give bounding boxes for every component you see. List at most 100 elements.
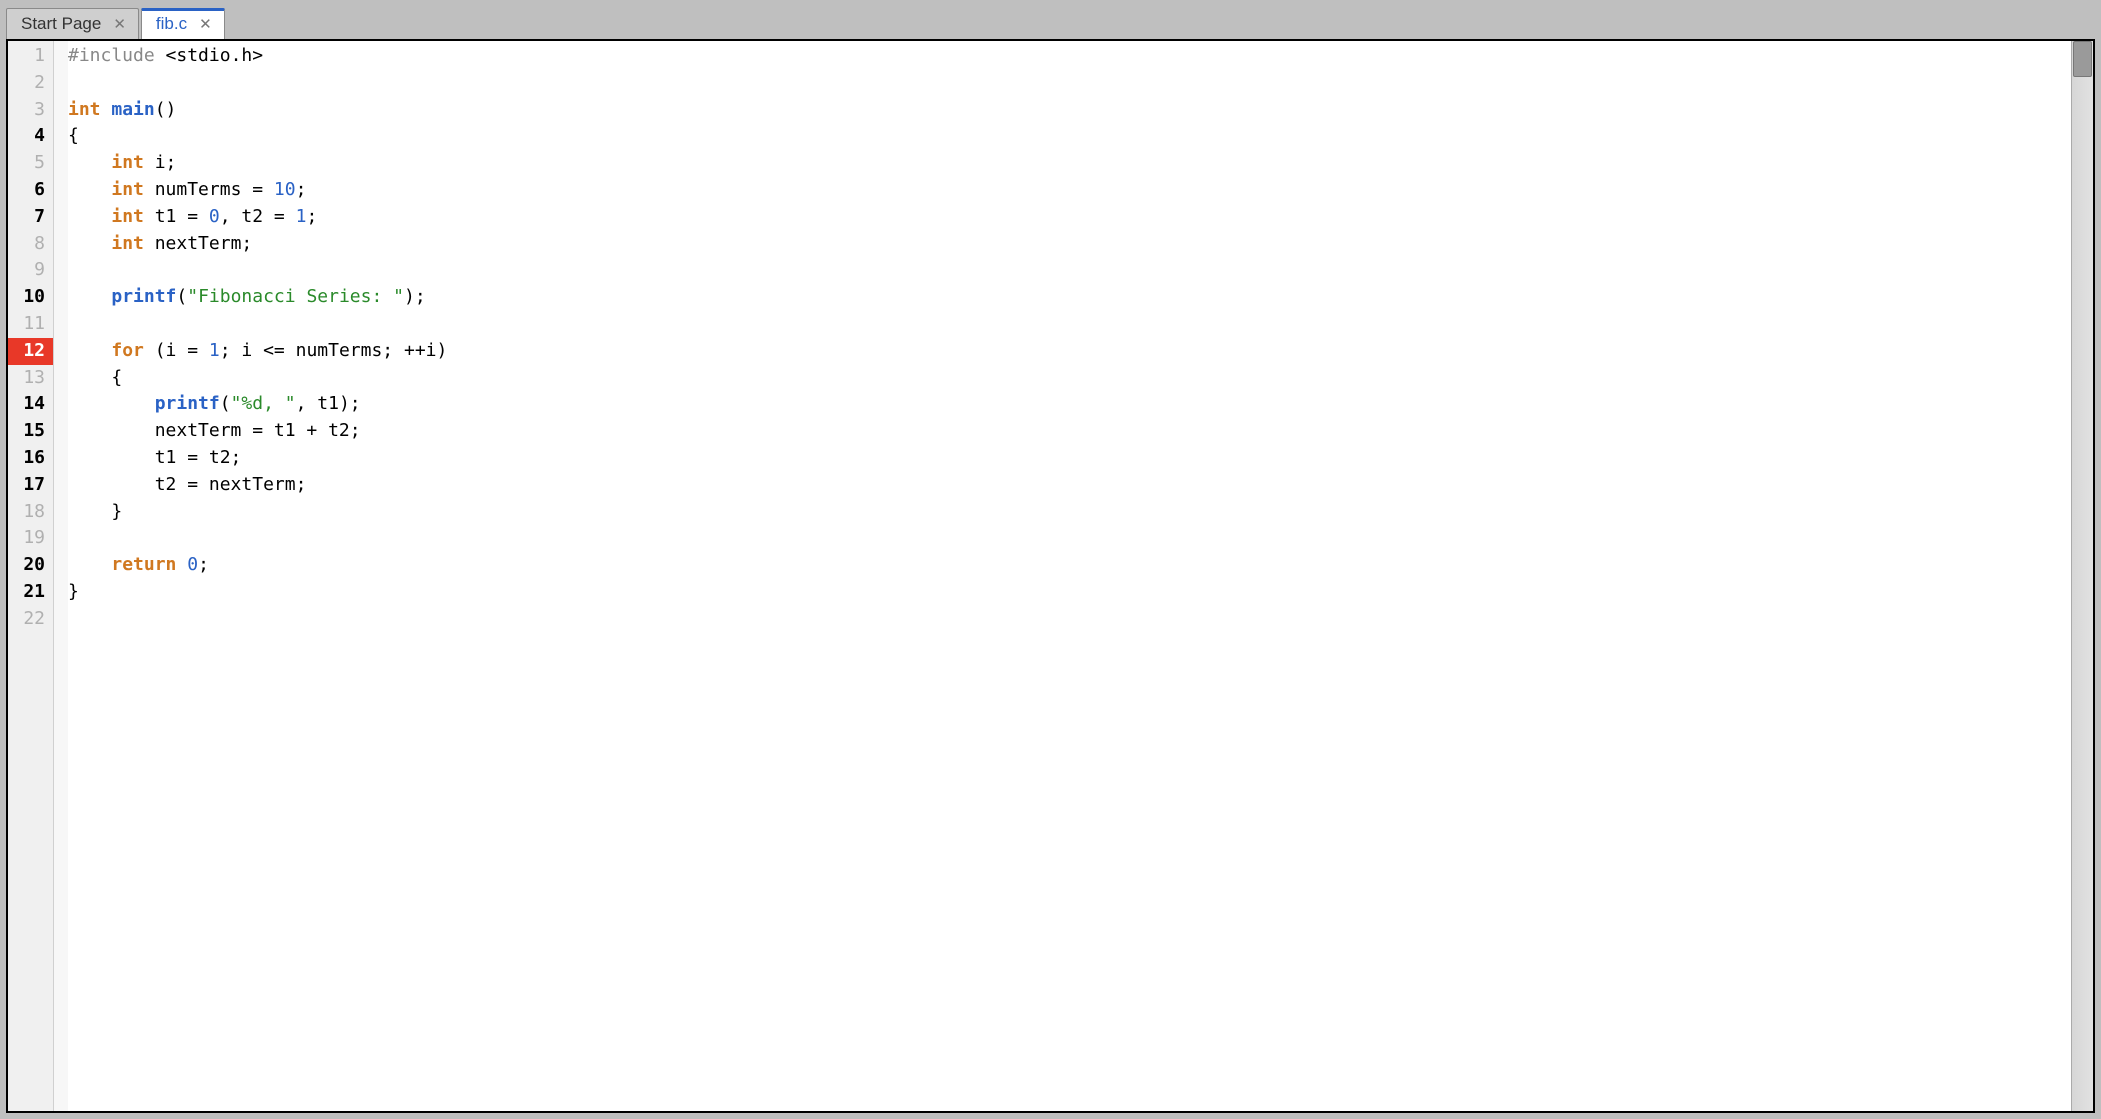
line-number[interactable]: 3 xyxy=(8,97,53,124)
editor-pane: 12345678910111213141516171819202122 #inc… xyxy=(6,39,2095,1113)
line-number[interactable]: 16 xyxy=(8,445,53,472)
code-line[interactable] xyxy=(68,311,2071,338)
code-line[interactable]: int main() xyxy=(68,97,2071,124)
tab-fib-c[interactable]: fib.c ✕ xyxy=(141,8,225,39)
token xyxy=(68,286,111,307)
line-number[interactable]: 18 xyxy=(8,499,53,526)
code-line[interactable]: nextTerm = t1 + t2; xyxy=(68,418,2071,445)
token: 1 xyxy=(296,206,307,227)
code-line[interactable] xyxy=(68,70,2071,97)
token: #include xyxy=(68,45,166,66)
token: { xyxy=(68,125,79,146)
code-line[interactable]: int numTerms = 10; xyxy=(68,177,2071,204)
token: i; xyxy=(144,152,177,173)
marker-column[interactable] xyxy=(54,41,68,1111)
line-number[interactable]: 11 xyxy=(8,311,53,338)
code-line[interactable]: int i; xyxy=(68,150,2071,177)
line-number[interactable]: 17 xyxy=(8,472,53,499)
code-line[interactable]: #include <stdio.h> xyxy=(68,43,2071,70)
code-line[interactable]: } xyxy=(68,579,2071,606)
token: { xyxy=(68,367,122,388)
token: ; xyxy=(198,554,209,575)
token: 0 xyxy=(209,206,220,227)
line-number[interactable]: 5 xyxy=(8,150,53,177)
token: t1 = t2; xyxy=(68,447,241,468)
token xyxy=(68,206,111,227)
code-area[interactable]: #include <stdio.h> int main(){ int i; in… xyxy=(68,41,2071,1111)
token: for xyxy=(111,340,144,361)
code-line[interactable]: return 0; xyxy=(68,552,2071,579)
code-line[interactable]: { xyxy=(68,123,2071,150)
token: 10 xyxy=(274,179,296,200)
token: ; xyxy=(306,206,317,227)
breakpoint-line-number[interactable]: 12 xyxy=(8,338,53,365)
line-number[interactable]: 9 xyxy=(8,257,53,284)
token: numTerms = xyxy=(144,179,274,200)
vertical-scrollbar[interactable] xyxy=(2071,41,2093,1111)
line-number-gutter[interactable]: 12345678910111213141516171819202122 xyxy=(8,41,54,1111)
line-number[interactable]: 15 xyxy=(8,418,53,445)
token: , t1); xyxy=(296,393,361,414)
token: () xyxy=(155,99,177,120)
token: ); xyxy=(404,286,426,307)
line-number[interactable]: 21 xyxy=(8,579,53,606)
token xyxy=(68,340,111,361)
token: ( xyxy=(220,393,231,414)
token: int xyxy=(111,233,144,254)
token xyxy=(68,233,111,254)
code-line[interactable]: t1 = t2; xyxy=(68,445,2071,472)
token: } xyxy=(68,581,79,602)
token xyxy=(68,393,155,414)
close-icon[interactable]: ✕ xyxy=(197,17,214,32)
code-line[interactable]: { xyxy=(68,365,2071,392)
code-line[interactable] xyxy=(68,525,2071,552)
token: , t2 = xyxy=(220,206,296,227)
token: ( xyxy=(176,286,187,307)
code-editor[interactable]: 12345678910111213141516171819202122 #inc… xyxy=(8,41,2071,1111)
code-line[interactable] xyxy=(68,257,2071,284)
line-number[interactable]: 4 xyxy=(8,123,53,150)
token: int xyxy=(111,179,144,200)
token: "Fibonacci Series: " xyxy=(187,286,404,307)
scrollbar-track xyxy=(2072,41,2093,1111)
token xyxy=(176,554,187,575)
close-icon[interactable]: ✕ xyxy=(111,17,128,32)
line-number[interactable]: 22 xyxy=(8,606,53,633)
token: main xyxy=(111,99,154,120)
line-number[interactable]: 10 xyxy=(8,284,53,311)
token: ; i <= numTerms; ++i) xyxy=(220,340,448,361)
code-line[interactable]: for (i = 1; i <= numTerms; ++i) xyxy=(68,338,2071,365)
token: t1 = xyxy=(144,206,209,227)
line-number[interactable]: 6 xyxy=(8,177,53,204)
line-number[interactable]: 14 xyxy=(8,391,53,418)
code-line[interactable]: printf("Fibonacci Series: "); xyxy=(68,284,2071,311)
token: int xyxy=(111,152,144,173)
token xyxy=(68,179,111,200)
token: nextTerm; xyxy=(144,233,252,254)
line-number[interactable]: 1 xyxy=(8,43,53,70)
token: <stdio.h> xyxy=(166,45,264,66)
line-number[interactable]: 8 xyxy=(8,231,53,258)
line-number[interactable]: 19 xyxy=(8,525,53,552)
code-line[interactable]: } xyxy=(68,499,2071,526)
line-number[interactable]: 7 xyxy=(8,204,53,231)
code-line[interactable] xyxy=(68,606,2071,633)
tab-label: fib.c xyxy=(156,14,187,34)
scrollbar-thumb[interactable] xyxy=(2073,41,2092,77)
line-number[interactable]: 2 xyxy=(8,70,53,97)
tab-start-page[interactable]: Start Page ✕ xyxy=(6,8,139,39)
token: printf xyxy=(155,393,220,414)
code-line[interactable]: int nextTerm; xyxy=(68,231,2071,258)
line-number[interactable]: 13 xyxy=(8,365,53,392)
code-line[interactable]: t2 = nextTerm; xyxy=(68,472,2071,499)
code-line[interactable]: printf("%d, ", t1); xyxy=(68,391,2071,418)
token xyxy=(68,554,111,575)
token: nextTerm = t1 + t2; xyxy=(68,420,361,441)
token: return xyxy=(111,554,176,575)
token: "%d, " xyxy=(231,393,296,414)
code-line[interactable]: int t1 = 0, t2 = 1; xyxy=(68,204,2071,231)
tab-label: Start Page xyxy=(21,14,101,34)
token: ; xyxy=(296,179,307,200)
token: int xyxy=(111,206,144,227)
line-number[interactable]: 20 xyxy=(8,552,53,579)
